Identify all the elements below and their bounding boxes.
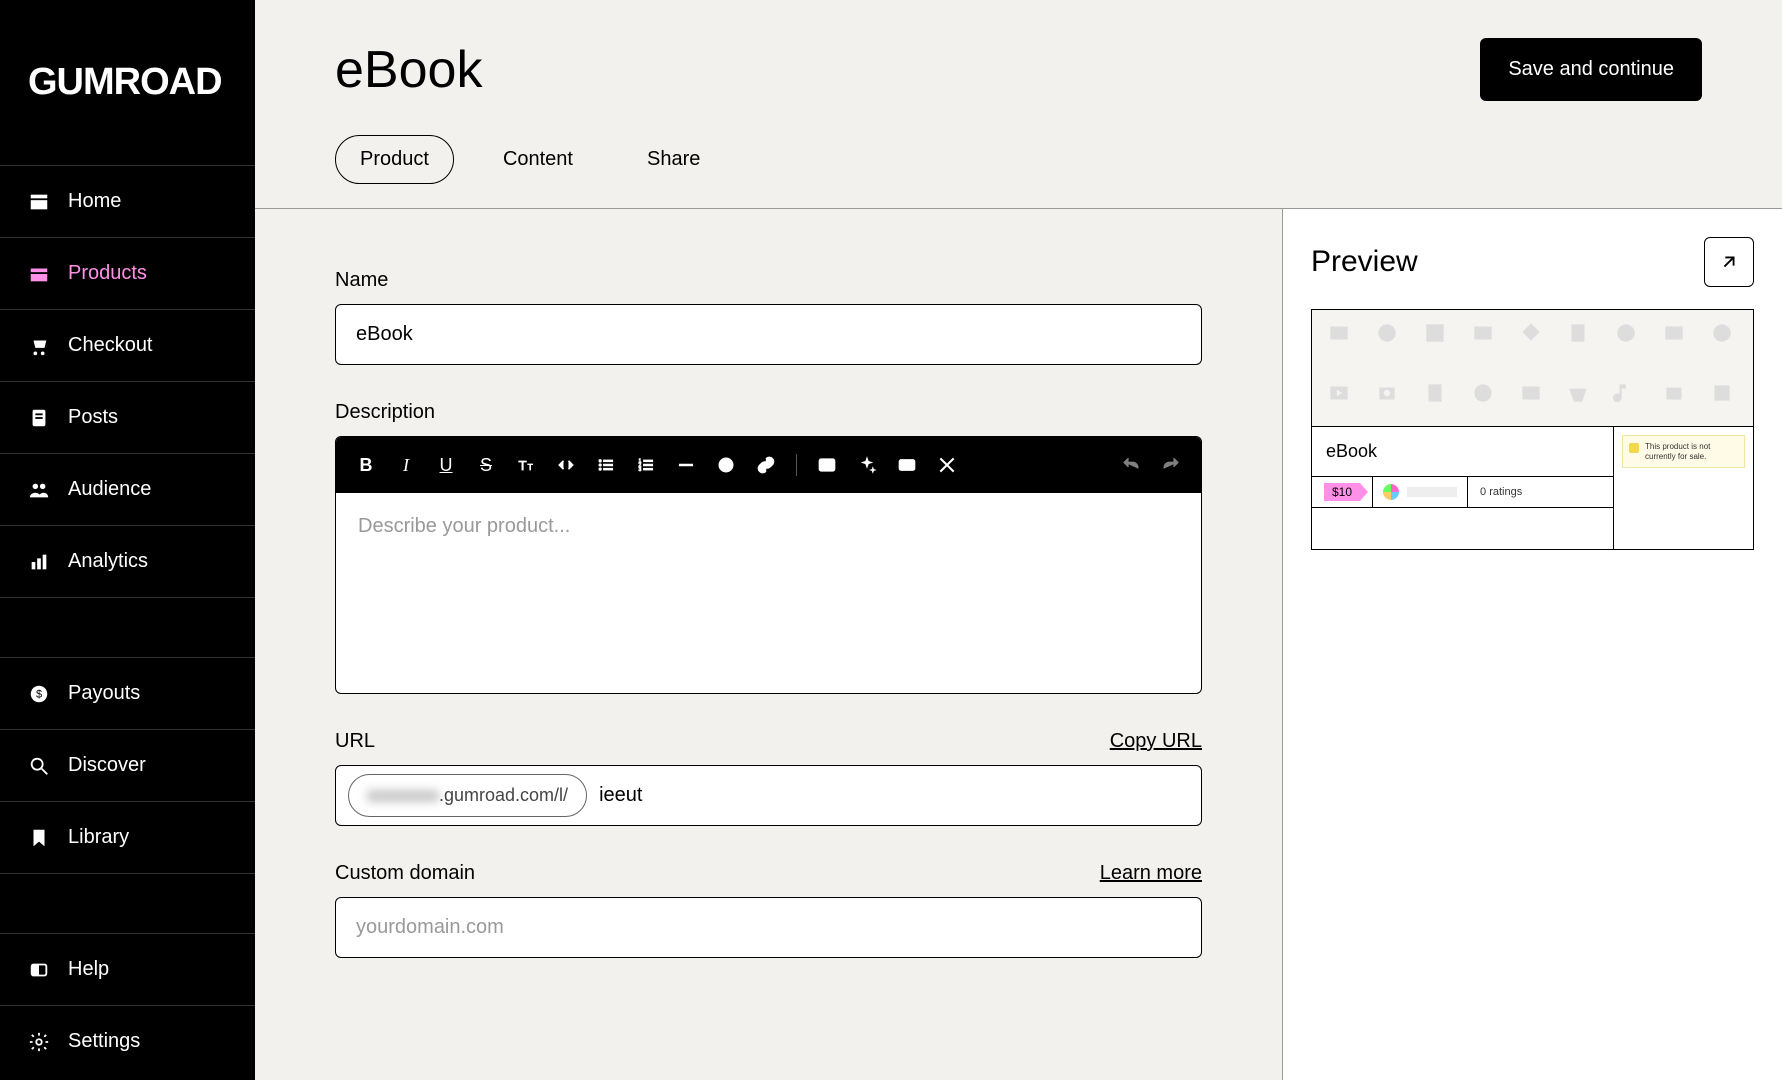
learn-more-link[interactable]: Learn more [1100, 862, 1202, 885]
primary-nav: Home Products Checkout Posts Audience An… [0, 165, 255, 1077]
url-prefix-pill[interactable]: xxxxxxxx.gumroad.com/l/ [348, 774, 587, 817]
nav-settings[interactable]: Settings [0, 1005, 255, 1077]
nav-label: Posts [68, 406, 118, 429]
nav-products[interactable]: Products [0, 237, 255, 309]
preview-title: Preview [1311, 245, 1418, 279]
field-description: Description B I U S TT 123 [335, 401, 1202, 694]
preview-product-name: eBook [1312, 426, 1613, 476]
form-area: Name Description B I U S TT [255, 209, 1282, 1080]
preview-author [1373, 477, 1468, 507]
nav-library[interactable]: Library [0, 801, 255, 873]
preview-ratings: 0 ratings [1468, 477, 1613, 507]
field-name: Name [335, 269, 1202, 365]
posts-icon [28, 407, 50, 429]
payouts-icon: $ [28, 683, 50, 705]
tabs: Product Content Share [335, 135, 1702, 208]
sparkle-icon[interactable] [851, 449, 883, 481]
nav-label: Discover [68, 754, 146, 777]
toolbar-separator [796, 454, 797, 476]
page-title: eBook [335, 40, 482, 100]
tab-share[interactable]: Share [622, 135, 725, 184]
preview-price-tag: $10 [1312, 477, 1373, 507]
library-icon [28, 827, 50, 849]
avatar-icon [1383, 484, 1399, 500]
topbar: eBook Save and continue Product Content … [255, 0, 1782, 209]
nav-label: Payouts [68, 682, 140, 705]
svg-text:T: T [528, 462, 533, 472]
redo-icon[interactable] [1155, 449, 1187, 481]
bold-icon[interactable]: B [350, 449, 382, 481]
nav-posts[interactable]: Posts [0, 381, 255, 453]
tab-content[interactable]: Content [478, 135, 598, 184]
rte-toolbar: B I U S TT 123 [336, 437, 1201, 493]
discover-icon [28, 755, 50, 777]
help-icon [28, 959, 50, 981]
bullet-list-icon[interactable] [590, 449, 622, 481]
nav-help[interactable]: Help [0, 933, 255, 1005]
nav-label: Audience [68, 478, 151, 501]
svg-text:T: T [519, 458, 527, 473]
name-input[interactable] [335, 304, 1202, 365]
analytics-icon [28, 551, 50, 573]
svg-text:$: $ [36, 688, 42, 700]
save-and-continue-button[interactable]: Save and continue [1480, 38, 1702, 101]
name-label: Name [335, 269, 388, 292]
products-icon [28, 263, 50, 285]
nav-discover[interactable]: Discover [0, 729, 255, 801]
nav-label: Products [68, 262, 147, 285]
description-input[interactable]: Describe your product... [336, 493, 1201, 693]
nav-label: Library [68, 826, 129, 849]
url-label: URL [335, 730, 375, 753]
preview-card: eBook $10 0 ratings [1311, 309, 1754, 550]
nav-label: Home [68, 190, 121, 213]
quote-icon[interactable] [710, 449, 742, 481]
svg-text:3: 3 [639, 467, 642, 473]
nav-label: Settings [68, 1030, 140, 1053]
numbered-list-icon[interactable]: 123 [630, 449, 662, 481]
field-custom-domain: Custom domain Learn more [335, 862, 1202, 958]
strikethrough-icon[interactable]: S [470, 449, 502, 481]
custom-domain-label: Custom domain [335, 862, 475, 885]
code-icon[interactable] [550, 449, 582, 481]
nav-home[interactable]: Home [0, 165, 255, 237]
preview-panel: Preview [1282, 209, 1782, 1080]
rich-text-editor: B I U S TT 123 [335, 436, 1202, 694]
preview-hero [1312, 310, 1753, 426]
main: eBook Save and continue Product Content … [255, 0, 1782, 1080]
nav-analytics[interactable]: Analytics [0, 525, 255, 597]
copy-url-button[interactable]: Copy URL [1110, 730, 1202, 753]
nav-label: Help [68, 958, 109, 981]
brand-logo: GUMROAD [0, 0, 255, 165]
home-icon [28, 191, 50, 213]
description-label: Description [335, 401, 435, 424]
italic-icon[interactable]: I [390, 449, 422, 481]
x-twitter-icon[interactable] [931, 449, 963, 481]
nav-label: Analytics [68, 550, 148, 573]
undo-icon[interactable] [1115, 449, 1147, 481]
field-url: URL Copy URL xxxxxxxx.gumroad.com/l/ [335, 730, 1202, 826]
settings-icon [28, 1031, 50, 1053]
image-icon[interactable] [811, 449, 843, 481]
open-preview-button[interactable] [1704, 237, 1754, 287]
arrow-up-right-icon [1718, 251, 1740, 273]
underline-icon[interactable]: U [430, 449, 462, 481]
preview-notice: This product is not currently for sale. [1622, 435, 1745, 468]
video-icon[interactable] [891, 449, 923, 481]
sidebar: GUMROAD Home Products Checkout Posts Aud… [0, 0, 255, 1080]
text-size-icon[interactable]: TT [510, 449, 542, 481]
url-input-wrap: xxxxxxxx.gumroad.com/l/ [335, 765, 1202, 826]
nav-audience[interactable]: Audience [0, 453, 255, 525]
nav-payouts[interactable]: $ Payouts [0, 657, 255, 729]
horizontal-rule-icon[interactable] [670, 449, 702, 481]
tab-product[interactable]: Product [335, 135, 454, 184]
checkout-icon [28, 335, 50, 357]
nav-label: Checkout [68, 334, 153, 357]
link-icon[interactable] [750, 449, 782, 481]
custom-domain-input[interactable] [335, 897, 1202, 958]
url-slug-input[interactable] [599, 784, 1189, 807]
nav-checkout[interactable]: Checkout [0, 309, 255, 381]
audience-icon [28, 479, 50, 501]
